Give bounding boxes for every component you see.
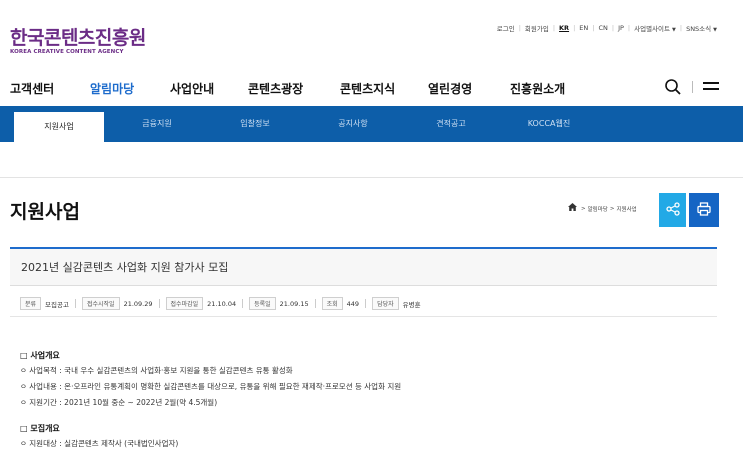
share-icon bbox=[665, 201, 680, 220]
gnb-item-content-knowledge[interactable]: 콘텐츠지식 bbox=[340, 80, 428, 97]
subnav-item-finance[interactable]: 금융지원 bbox=[112, 106, 202, 142]
print-icon bbox=[697, 201, 711, 220]
business-sites-dropdown[interactable]: 사업별사이트 ▼ bbox=[634, 23, 676, 33]
section-title: □ 사업개요 bbox=[20, 351, 60, 360]
page-title: 지원사업 bbox=[10, 201, 80, 223]
subnav-item-bid[interactable]: 입찰정보 bbox=[210, 106, 300, 142]
lang-kr-link[interactable]: KR bbox=[559, 24, 569, 32]
post-title: 2021년 실감콘텐츠 사업화 지원 참가사 모집 bbox=[10, 249, 717, 286]
lang-jp-link[interactable]: JP bbox=[618, 24, 624, 32]
meta-value: 21.10.04 bbox=[207, 299, 237, 308]
divider bbox=[158, 299, 160, 308]
logo-korean: 한국콘텐츠진흥원 bbox=[10, 27, 146, 49]
chevron-right-icon: > bbox=[581, 205, 586, 212]
lang-en-link[interactable]: EN bbox=[579, 24, 588, 32]
subnav-item-quote[interactable]: 견적공고 bbox=[406, 106, 496, 142]
divider: | bbox=[573, 24, 576, 32]
sns-label: SNS소식 bbox=[686, 25, 712, 33]
gnb-tools bbox=[664, 78, 719, 96]
menu-icon[interactable] bbox=[703, 80, 719, 94]
chevron-right-icon: > bbox=[609, 205, 615, 212]
chevron-down-icon: ▼ bbox=[713, 27, 717, 33]
content-line: ㅇ 지원대상 : 실감콘텐츠 제작사 (국내법인사업자) bbox=[20, 439, 179, 448]
subnav-item-webzine[interactable]: KOCCA웹진 bbox=[504, 106, 594, 142]
breadcrumb-item[interactable]: 알림마당 bbox=[588, 205, 608, 213]
signup-link[interactable]: 회원가입 bbox=[525, 23, 549, 33]
meta-value: 유병훈 bbox=[402, 300, 421, 309]
divider bbox=[242, 299, 244, 308]
divider: | bbox=[679, 24, 683, 32]
sub-nav: 지원사업 금융지원 입찰정보 공지사항 견적공고 KOCCA웹진 bbox=[0, 106, 743, 142]
meta-label: 조회 bbox=[321, 297, 343, 310]
gnb-item-about[interactable]: 진흥원소개 bbox=[510, 80, 565, 97]
meta-label: 등록일 bbox=[249, 297, 276, 310]
lang-cn-link[interactable]: CN bbox=[598, 24, 607, 32]
business-sites-label: 사업별사이트 bbox=[634, 25, 670, 33]
divider: | bbox=[518, 24, 521, 32]
meta-label: 분류 bbox=[20, 297, 42, 310]
content-line: ㅇ 지원기간 : 2021년 10월 중순 ~ 2022년 2월(약 4.5개월… bbox=[20, 398, 218, 407]
share-button[interactable] bbox=[659, 193, 686, 227]
meta-label: 접수시작일 bbox=[81, 297, 120, 310]
divider bbox=[0, 177, 743, 178]
divider: | bbox=[592, 24, 595, 32]
meta-value: 모집공고 bbox=[45, 300, 69, 309]
divider: | bbox=[627, 24, 631, 32]
gnb-item-business[interactable]: 사업안내 bbox=[170, 80, 248, 97]
divider: | bbox=[552, 24, 556, 32]
print-button[interactable] bbox=[689, 193, 719, 227]
content-line: ㅇ 사업내용 : 온·오프라인 유통계획이 명확한 실감콘텐츠를 대상으로, 유… bbox=[20, 382, 402, 391]
divider bbox=[74, 299, 76, 308]
divider bbox=[692, 81, 693, 93]
section-title: □ 모집개요 bbox=[20, 424, 60, 433]
subnav-item-notice[interactable]: 공지사항 bbox=[308, 106, 398, 142]
divider: | bbox=[611, 24, 615, 32]
post-content: □ 사업개요 ㅇ 사업목적 : 국내 우수 실감콘텐츠의 사업화·홍보 지원을 … bbox=[20, 350, 401, 454]
breadcrumb: > 알림마당 > 지원사업 bbox=[568, 203, 637, 214]
login-link[interactable]: 로그인 bbox=[497, 23, 515, 33]
divider bbox=[10, 316, 717, 317]
meta-label: 담당자 bbox=[372, 297, 399, 310]
home-icon[interactable] bbox=[568, 203, 577, 214]
meta-value: 449 bbox=[346, 299, 360, 308]
sns-dropdown[interactable]: SNS소식 ▼ bbox=[686, 23, 717, 33]
search-icon[interactable] bbox=[664, 78, 682, 96]
divider bbox=[365, 299, 367, 308]
gnb-item-content-plaza[interactable]: 콘텐츠광장 bbox=[248, 80, 340, 97]
logo[interactable]: 한국콘텐츠진흥원 KOREA CREATIVE CONTENT AGENCY bbox=[10, 27, 146, 55]
meta-value: 21.09.29 bbox=[123, 299, 153, 308]
gnb-item-notice[interactable]: 알림마당 bbox=[90, 80, 170, 97]
main-nav: 고객센터 알림마당 사업안내 콘텐츠광장 콘텐츠지식 열린경영 진흥원소개 bbox=[10, 80, 565, 97]
chevron-down-icon: ▼ bbox=[672, 27, 676, 33]
subnav-item-support[interactable]: 지원사업 bbox=[14, 110, 104, 142]
meta-label: 접수마감일 bbox=[165, 297, 204, 310]
logo-english: KOREA CREATIVE CONTENT AGENCY bbox=[10, 49, 124, 55]
post-meta: 분류 모집공고 접수시작일 21.09.29 접수마감일 21.10.04 등록… bbox=[20, 297, 427, 310]
divider bbox=[314, 299, 316, 308]
content-line: ㅇ 사업목적 : 국내 우수 실감콘텐츠의 사업화·홍보 지원을 통한 실감콘텐… bbox=[20, 366, 293, 375]
breadcrumb-item[interactable]: 지원사업 bbox=[616, 205, 636, 213]
utility-nav: 로그인 | 회원가입 | KR | EN | CN | JP | 사업별사이트 ▼… bbox=[497, 23, 717, 33]
meta-value: 21.09.15 bbox=[279, 299, 309, 308]
gnb-item-customer-center[interactable]: 고객센터 bbox=[10, 80, 90, 97]
gnb-item-open-management[interactable]: 열린경영 bbox=[428, 80, 510, 97]
